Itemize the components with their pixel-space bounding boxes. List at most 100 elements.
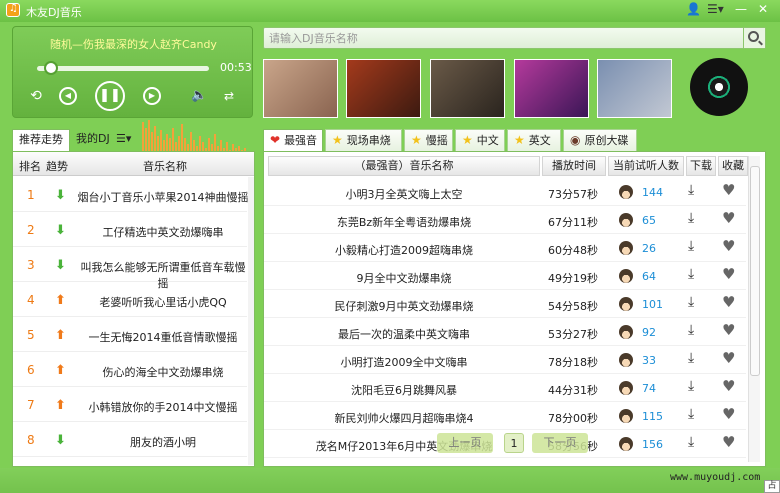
download-icon[interactable]: ⤓ bbox=[688, 210, 694, 226]
previous-button[interactable]: ◀ bbox=[59, 87, 77, 105]
listener-count: 101 bbox=[642, 298, 663, 311]
next-button[interactable]: ▶ bbox=[143, 87, 161, 105]
listener-avatar-icon bbox=[619, 269, 633, 283]
favorite-heart-icon[interactable]: ♥ bbox=[722, 265, 735, 283]
song-name[interactable]: 新民刘帅火爆四月超嗨串烧4 bbox=[269, 410, 539, 426]
song-name[interactable]: 茂名M仔2013年6月中英文劲爆串烧 bbox=[269, 438, 539, 454]
tab-recommend-trend[interactable]: 推荐走势 bbox=[12, 129, 70, 151]
song-row[interactable]: 沈阳毛豆6月跳舞风暴 44分31秒 74 ⤓ ♥ bbox=[264, 374, 746, 402]
listener-avatar-icon bbox=[619, 325, 633, 339]
favorite-heart-icon[interactable]: ♥ bbox=[722, 405, 735, 423]
song-name[interactable]: 民仔刺激9月中英文劲爆串烧 bbox=[269, 298, 539, 314]
progress-bar[interactable] bbox=[37, 66, 209, 71]
website-url[interactable]: www.muyoudj.com bbox=[670, 472, 760, 483]
left-scrollbar[interactable] bbox=[248, 177, 254, 465]
minimize-icon[interactable]: — bbox=[735, 2, 747, 16]
song-duration: 54分58秒 bbox=[548, 300, 598, 313]
left-list-item[interactable]: 6 ⬆ 伤心的海全中文劲爆串烧 bbox=[13, 352, 247, 387]
song-row[interactable]: 小毅精心打造2009超嗨串烧 60分48秒 26 ⤓ ♥ bbox=[264, 234, 746, 262]
song-row[interactable]: 小明打造2009全中文嗨串 78分18秒 33 ⤓ ♥ bbox=[264, 346, 746, 374]
page-number[interactable]: 1 bbox=[504, 433, 524, 453]
song-name[interactable]: 9月全中文劲爆串烧 bbox=[269, 270, 539, 286]
trend-down-arrow-icon: ⬇ bbox=[55, 433, 66, 448]
tab-chinese[interactable]: ★ 中文 bbox=[455, 129, 505, 151]
pause-button[interactable]: ❚❚ bbox=[95, 81, 125, 111]
song-duration: 67分11秒 bbox=[548, 216, 598, 229]
download-icon[interactable]: ⤓ bbox=[688, 322, 694, 338]
song-name[interactable]: 沈阳毛豆6月跳舞风暴 bbox=[269, 382, 539, 398]
song-row[interactable]: 民仔刺激9月中英文劲爆串烧 54分58秒 101 ⤓ ♥ bbox=[264, 290, 746, 318]
tab-original[interactable]: ◉ 原创大碟 bbox=[563, 129, 637, 151]
song-row[interactable]: 最后一次的温柔中英文嗨串 53分27秒 92 ⤓ ♥ bbox=[264, 318, 746, 346]
user-icon[interactable]: 👤 bbox=[686, 2, 701, 16]
left-list-item[interactable]: 3 ⬇ 叫我怎么能够无所谓重低音车载慢摇 bbox=[13, 247, 247, 290]
song-row[interactable]: 新民刘帅火爆四月超嗨串烧4 78分00秒 115 ⤓ ♥ bbox=[264, 402, 746, 430]
search-button[interactable] bbox=[743, 28, 765, 48]
left-list-item[interactable]: 2 ⬇ 工仔精选中英文劲爆嗨串 bbox=[13, 212, 247, 247]
song-row[interactable]: 小明3月全英文嗨上太空 73分57秒 144 ⤓ ♥ bbox=[264, 178, 746, 206]
banner-3[interactable] bbox=[430, 59, 505, 118]
left-list-item[interactable]: 8 ⬇ 朋友的酒小明 bbox=[13, 422, 247, 457]
download-icon[interactable]: ⤓ bbox=[688, 434, 694, 450]
listener-count: 64 bbox=[642, 270, 656, 283]
left-list-item[interactable]: 4 ⬆ 老婆听听我心里话小虎QQ bbox=[13, 282, 247, 317]
favorite-heart-icon[interactable]: ♥ bbox=[722, 181, 735, 199]
download-icon[interactable]: ⤓ bbox=[688, 266, 694, 282]
favorite-heart-icon[interactable]: ♥ bbox=[722, 321, 735, 339]
song-row[interactable]: 9月全中文劲爆串烧 49分19秒 64 ⤓ ♥ bbox=[264, 262, 746, 290]
header-listeners: 当前试听人数 bbox=[608, 156, 684, 176]
banner-5[interactable] bbox=[597, 59, 672, 118]
download-icon[interactable]: ⤓ bbox=[688, 238, 694, 254]
song-name[interactable]: 小明打造2009全中文嗨串 bbox=[269, 354, 539, 370]
favorite-heart-icon[interactable]: ♥ bbox=[722, 349, 735, 367]
right-scrollbar[interactable] bbox=[748, 156, 760, 462]
song-name[interactable]: 东莞Bz新年全粤语劲爆串烧 bbox=[269, 214, 539, 230]
tab-my-dj[interactable]: 我的DJ bbox=[70, 129, 116, 151]
playlist-icon[interactable]: ⇄ bbox=[224, 89, 234, 103]
listener-count: 74 bbox=[642, 382, 656, 395]
listener-avatar-icon bbox=[619, 241, 633, 255]
tab-strongest[interactable]: ❤ 最强音 bbox=[263, 129, 323, 151]
favorite-heart-icon[interactable]: ♥ bbox=[722, 293, 735, 311]
header-download: 下载 bbox=[686, 156, 716, 176]
left-list-item[interactable]: 1 ⬇ 烟台小丁音乐小苹果2014神曲慢摇 bbox=[13, 177, 249, 212]
favorite-heart-icon[interactable]: ♥ bbox=[722, 433, 735, 451]
player-panel: 随机—伤我最深的女人赵齐Candy 00:53 ⟲ ◀ ❚❚ ▶ 🔈 ⇄ bbox=[12, 26, 253, 118]
star-icon: ★ bbox=[332, 133, 343, 147]
song-name: 老婆听听我心里话小虎QQ bbox=[99, 296, 227, 309]
download-icon[interactable]: ⤓ bbox=[688, 182, 694, 198]
left-list-item[interactable]: 5 ⬆ 一生无悔2014重低音情歌慢摇 bbox=[13, 317, 247, 352]
repeat-icon[interactable]: ⟲ bbox=[27, 88, 45, 104]
tab-live-mix[interactable]: ★ 现场串烧 bbox=[325, 129, 402, 151]
close-icon[interactable]: ✕ bbox=[758, 2, 768, 16]
download-icon[interactable]: ⤓ bbox=[688, 406, 694, 422]
scrollbar-thumb[interactable] bbox=[750, 166, 760, 376]
prev-page-button[interactable]: 上一页 bbox=[437, 433, 493, 453]
tab-english[interactable]: ★ 英文 bbox=[507, 129, 561, 151]
download-icon[interactable]: ⤓ bbox=[688, 294, 694, 310]
favorite-heart-icon[interactable]: ♥ bbox=[722, 237, 735, 255]
banner-4[interactable] bbox=[514, 59, 589, 118]
song-name[interactable]: 小明3月全英文嗨上太空 bbox=[269, 186, 539, 202]
song-name[interactable]: 最后一次的温柔中英文嗨串 bbox=[269, 326, 539, 342]
song-name[interactable]: 小毅精心打造2009超嗨串烧 bbox=[269, 242, 539, 258]
rank-number: 7 bbox=[27, 398, 35, 412]
tab-slow[interactable]: ★ 慢摇 bbox=[404, 129, 453, 151]
progress-knob[interactable] bbox=[43, 61, 58, 75]
favorite-heart-icon[interactable]: ♥ bbox=[722, 209, 735, 227]
menu-icon[interactable]: ☰▾ bbox=[707, 2, 724, 16]
banner-1[interactable] bbox=[263, 59, 338, 118]
listener-avatar-icon bbox=[619, 437, 633, 451]
my-dj-menu-icon[interactable]: ☰▾ bbox=[110, 129, 137, 151]
volume-icon[interactable]: 🔈 bbox=[191, 88, 207, 103]
favorite-heart-icon[interactable]: ♥ bbox=[722, 377, 735, 395]
star-icon: ★ bbox=[462, 133, 473, 147]
banner-2[interactable] bbox=[346, 59, 421, 118]
download-icon[interactable]: ⤓ bbox=[688, 378, 694, 394]
search-input[interactable] bbox=[266, 29, 736, 47]
song-row[interactable]: 东莞Bz新年全粤语劲爆串烧 67分11秒 65 ⤓ ♥ bbox=[264, 206, 746, 234]
left-list-item[interactable]: 7 ⬆ 小韩错放你的手2014中文慢摇 bbox=[13, 387, 247, 422]
listener-avatar-icon bbox=[619, 409, 633, 423]
download-icon[interactable]: ⤓ bbox=[688, 350, 694, 366]
next-page-button[interactable]: 下一页 bbox=[532, 433, 588, 453]
